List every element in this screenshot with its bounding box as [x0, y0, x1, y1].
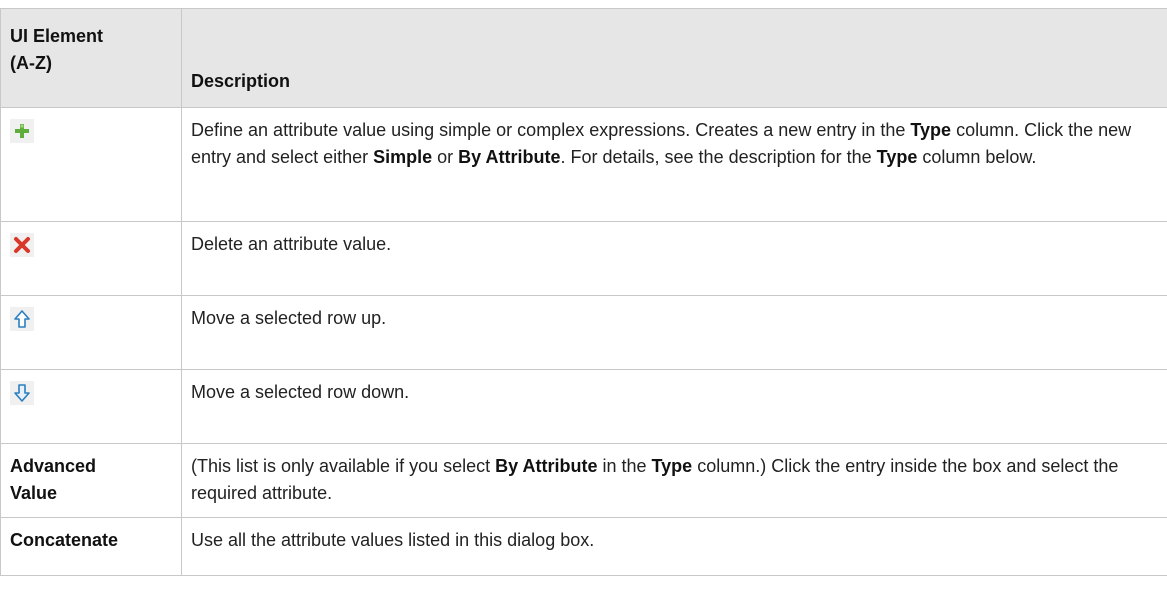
ui-element-name-line1: Advanced: [10, 456, 97, 476]
description-cell: (This list is only available if you sele…: [181, 443, 1167, 518]
table-row: Concatenate Use all the attribute values…: [0, 517, 1167, 576]
column-header-description: Description: [181, 8, 1167, 108]
table-row: Move a selected row up.: [0, 295, 1167, 370]
delete-icon: [10, 233, 34, 257]
ui-element-name: Advanced Value: [0, 443, 182, 518]
description-text: or: [432, 147, 459, 167]
description-cell: Move a selected row down.: [181, 369, 1167, 444]
description-cell: Delete an attribute value.: [181, 221, 1167, 296]
description-bold-text: Simple: [373, 147, 433, 167]
description-bold-text: Type: [910, 120, 952, 140]
ui-element-name-line2: Value: [10, 483, 58, 503]
ui-element-name: Concatenate: [0, 517, 182, 576]
ui-element-table: UI Element (A-Z) Description Define an at…: [0, 8, 1167, 576]
table-header-row: UI Element (A-Z) Description: [0, 8, 1167, 108]
add-icon: [10, 119, 34, 143]
move-down-icon: [10, 381, 34, 405]
description-text: (This list is only available if you sele…: [191, 456, 496, 476]
description-bold-text: By Attribute: [458, 147, 561, 167]
description-cell: Move a selected row up.: [181, 295, 1167, 370]
description-bold-text: By Attribute: [495, 456, 598, 476]
description-text: Use all the attribute values listed in t…: [191, 530, 595, 550]
description-text: column below.: [917, 147, 1037, 167]
table-row: Define an attribute value using simple o…: [0, 107, 1167, 222]
table-row: Move a selected row down.: [0, 369, 1167, 444]
column-header-ui-element: UI Element (A-Z): [0, 8, 182, 108]
move-up-icon: [10, 307, 34, 331]
ui-element-cell: [0, 295, 182, 370]
description-text: Delete an attribute value.: [191, 234, 392, 254]
description-bold-text: Type: [876, 147, 918, 167]
description-text: in the: [597, 456, 652, 476]
description-bold-text: Type: [651, 456, 693, 476]
description-cell: Define an attribute value using simple o…: [181, 107, 1167, 222]
ui-element-cell: [0, 221, 182, 296]
ui-element-cell: [0, 369, 182, 444]
description-text: Move a selected row up.: [191, 308, 387, 328]
column-header-ui-element-line1: UI Element: [10, 26, 104, 46]
description-cell: Use all the attribute values listed in t…: [181, 517, 1167, 576]
table-row: Delete an attribute value.: [0, 221, 1167, 296]
ui-element-cell: [0, 107, 182, 222]
column-header-ui-element-line2: (A-Z): [10, 53, 52, 73]
table-row: Advanced Value (This list is only availab…: [0, 443, 1167, 518]
description-text: Move a selected row down.: [191, 382, 410, 402]
description-text: Define an attribute value using simple o…: [191, 120, 911, 140]
description-text: . For details, see the description for t…: [560, 147, 877, 167]
